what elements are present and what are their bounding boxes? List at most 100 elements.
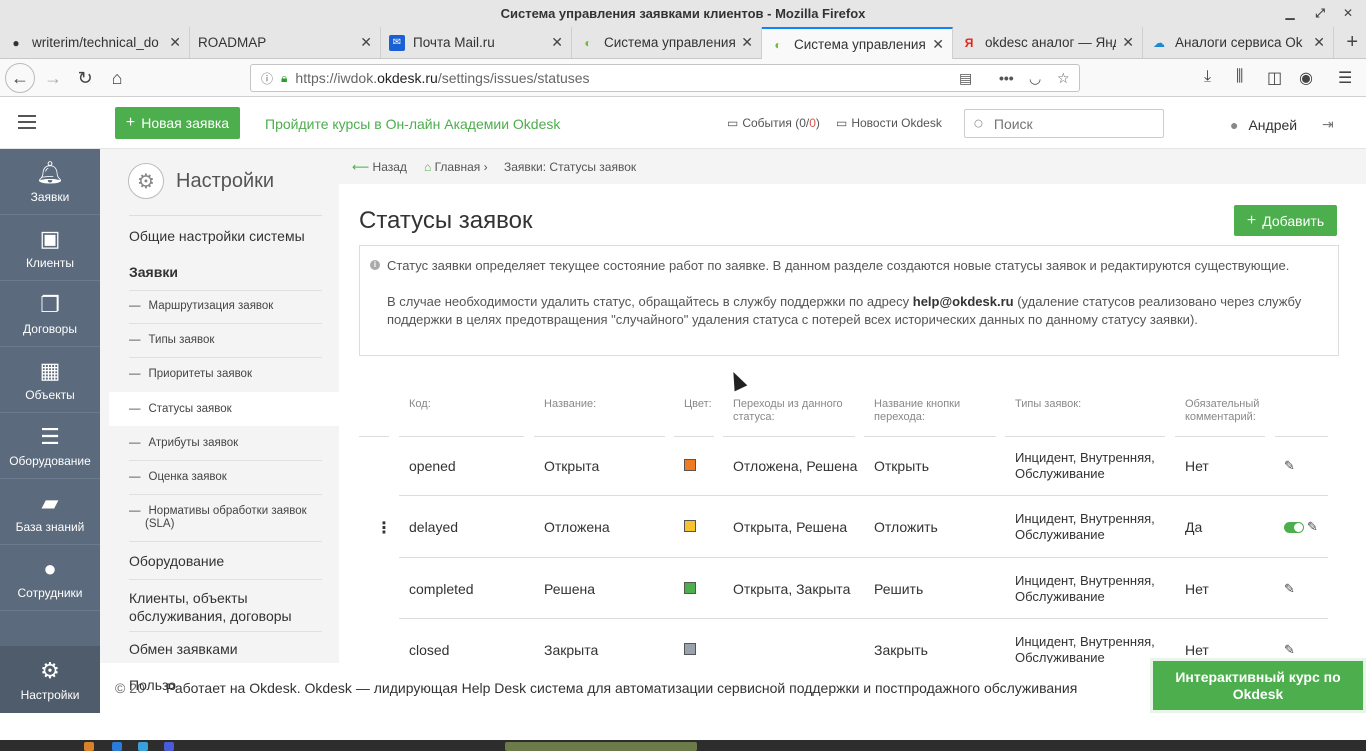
tab-analogs[interactable]: ☁ Аналоги сервиса Ok ✕ <box>1143 27 1334 58</box>
url-path: /settings/issues/statuses <box>437 70 590 86</box>
menu-icon[interactable]: ☰ <box>1338 68 1352 88</box>
close-tab-icon[interactable]: ✕ <box>1313 34 1325 51</box>
footer-text: Работает на Okdesk. Okdesk — лидирующая … <box>166 680 1078 696</box>
close-tab-icon[interactable]: ✕ <box>741 34 753 51</box>
settings-general[interactable]: Общие настройки системы <box>129 228 305 244</box>
search-box[interactable]: ○ <box>964 109 1164 138</box>
new-tab-icon[interactable]: + <box>1346 27 1358 58</box>
tab-label: Система управления <box>604 35 736 50</box>
app-icon[interactable] <box>164 742 174 751</box>
nav-employees[interactable]: ● Сотрудники <box>0 545 100 611</box>
close-tab-icon[interactable]: ✕ <box>360 34 372 51</box>
events-link[interactable]: ▭ События (0/0) <box>727 116 820 130</box>
taskbar-window[interactable] <box>505 742 697 751</box>
settings-attributes[interactable]: — Атрибуты заявок <box>129 437 238 449</box>
courses-link[interactable]: Пройдите курсы в Он-лайн Академии Okdesk <box>265 116 560 132</box>
mail-icon: ✉ <box>389 34 405 51</box>
nav-contracts[interactable]: ❐ Договоры <box>0 281 100 347</box>
nav-issues[interactable]: 🔔︎ Заявки <box>0 149 100 215</box>
nav-objects[interactable]: ▦ Объекты <box>0 347 100 413</box>
status-button-name: Закрыть <box>874 642 928 658</box>
account-icon[interactable]: ◉ <box>1299 68 1313 88</box>
home-icon[interactable]: ⌂ <box>102 63 132 93</box>
sub-label: Оценка заявок <box>148 471 227 483</box>
nav-clients[interactable]: ▣ Клиенты <box>0 215 100 281</box>
library-icon[interactable]: ⫼ <box>1236 68 1243 86</box>
app-icon[interactable] <box>138 742 148 751</box>
close-tab-icon[interactable]: ✕ <box>551 34 563 51</box>
tab-yandex[interactable]: Я okdesc аналог — Янд ✕ <box>953 27 1143 58</box>
user-menu[interactable]: ● Андрей <box>1230 117 1297 133</box>
tab-strip: ● writerim/technical_do ✕ ROADMAP ✕ ✉ По… <box>0 27 1366 60</box>
logout-icon[interactable]: ⇥ <box>1322 116 1334 133</box>
chevron-right-icon: › <box>480 160 488 174</box>
settings-exchange[interactable]: Обмен заявками <box>129 641 238 657</box>
events-count: (0/ <box>791 116 810 130</box>
sidebar-toggle-icon[interactable]: ◫ <box>1267 68 1282 88</box>
settings-rating[interactable]: — Оценка заявок <box>129 471 227 483</box>
minimize-icon[interactable]: ▁ <box>1280 0 1300 26</box>
add-status-button[interactable]: + Добавить <box>1234 205 1337 236</box>
forward-icon[interactable]: → <box>38 63 68 93</box>
app-icon[interactable] <box>84 742 94 751</box>
settings-statuses[interactable]: — Статусы заявок <box>109 392 339 426</box>
hamburger-icon[interactable] <box>18 115 36 133</box>
back-icon[interactable]: ← <box>5 63 35 93</box>
news-link[interactable]: ▭ Новости Okdesk <box>836 116 942 130</box>
active-toggle[interactable] <box>1284 522 1304 533</box>
sub-label: Нормативы обработки заявок (SLA) <box>145 505 307 530</box>
home-label: Главная <box>434 160 481 174</box>
app-icon[interactable] <box>112 742 122 751</box>
restore-icon[interactable]: ⤢ <box>1310 0 1330 26</box>
nav-label: Оборудование <box>9 453 91 468</box>
search-input[interactable] <box>993 115 1144 132</box>
status-button-name: Открыть <box>874 458 929 474</box>
status-code: completed <box>409 581 474 597</box>
close-window-icon[interactable]: ✕ <box>1338 0 1358 26</box>
drag-handle-icon[interactable]: ⋮ <box>376 518 392 538</box>
download-icon[interactable]: ⤓ <box>1204 68 1211 86</box>
reload-icon[interactable]: ↻ <box>70 63 100 93</box>
close-tab-icon[interactable]: ✕ <box>932 36 944 53</box>
tab-okdesk-1[interactable]: ◐ Система управления ✕ <box>572 27 762 58</box>
tab-roadmap[interactable]: ROADMAP ✕ <box>190 27 381 58</box>
settings-clients[interactable]: Клиенты, объекты обслуживания, договоры <box>129 589 309 625</box>
settings-types[interactable]: — Типы заявок <box>129 334 214 346</box>
bookmark-star-icon[interactable]: ☆ <box>1057 65 1070 91</box>
edit-icon[interactable]: ✎ <box>1284 458 1295 474</box>
settings-equipment[interactable]: Оборудование <box>129 553 224 569</box>
tab-github[interactable]: ● writerim/technical_do ✕ <box>0 27 190 58</box>
settings-sidebar: ⚙ Настройки Общие настройки системы Заяв… <box>100 149 339 663</box>
edit-icon[interactable]: ✎ <box>1284 642 1295 658</box>
reader-mode-icon[interactable]: ▤ <box>959 65 972 91</box>
close-tab-icon[interactable]: ✕ <box>1122 34 1134 51</box>
interactive-course-button[interactable]: Интерактивный курс по Okdesk <box>1150 658 1366 713</box>
new-issue-button[interactable]: + Новая заявка <box>115 107 240 139</box>
pocket-icon[interactable]: ◡ <box>1029 65 1041 91</box>
edit-icon[interactable]: ✎ <box>1284 581 1295 597</box>
settings-routing[interactable]: — Маршрутизация заявок <box>129 300 273 312</box>
settings-priorities[interactable]: — Приоритеты заявок <box>129 368 252 380</box>
settings-header: ⚙ Настройки <box>128 163 274 199</box>
home-link[interactable]: ⌂ Главная › <box>424 160 488 174</box>
status-types: Инцидент, Внутренняя, Обслуживание <box>1015 634 1155 665</box>
tab-mail[interactable]: ✉ Почта Mail.ru ✕ <box>381 27 572 58</box>
nav-knowledge-base[interactable]: ▰ База знаний <box>0 479 100 545</box>
settings-issues[interactable]: Заявки <box>129 264 178 280</box>
settings-sla[interactable]: — Нормативы обработки заявок (SLA) <box>129 505 319 531</box>
nav-equipment[interactable]: ☰ Оборудование <box>0 413 100 479</box>
header-name: Название: <box>544 398 597 410</box>
nav-label: Сотрудники <box>17 585 83 600</box>
url-domain: okdesk.ru <box>377 70 438 86</box>
nav-settings[interactable]: ⚙ Настройки <box>0 646 100 713</box>
page-actions-icon[interactable]: ••• <box>999 65 1014 91</box>
info-icon[interactable]: ⓘ <box>261 70 273 87</box>
url-bar[interactable]: ⓘ 🔒︎ https://iwdok. okdesk.ru/settings/is… <box>250 64 1080 92</box>
tab-okdesk-active[interactable]: ◐ Система управления ✕ <box>762 27 953 60</box>
yandex-icon: Я <box>964 35 974 50</box>
edit-icon[interactable]: ✎ <box>1307 519 1318 535</box>
events-label: События <box>742 116 792 130</box>
close-tab-icon[interactable]: ✕ <box>169 34 181 51</box>
back-link[interactable]: ⟵ Назад <box>352 160 407 174</box>
status-code: closed <box>409 642 450 658</box>
